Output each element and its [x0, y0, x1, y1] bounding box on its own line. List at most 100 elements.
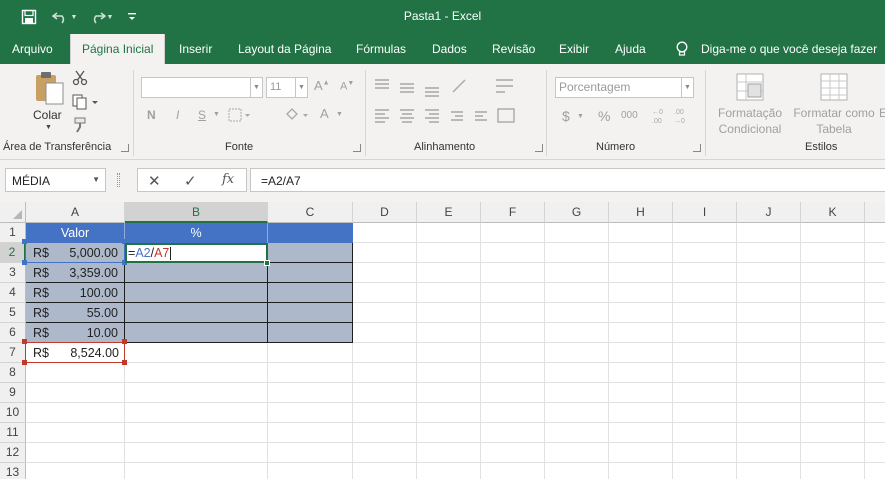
- currency-label: R$: [33, 286, 49, 300]
- font-launcher-icon[interactable]: [353, 144, 361, 152]
- group-separator: [705, 70, 706, 156]
- column-header-c[interactable]: C: [268, 202, 353, 223]
- cell-a4[interactable]: R$ 100.00: [26, 283, 125, 303]
- percent-button[interactable]: %: [598, 108, 610, 124]
- active-cell-b2[interactable]: =A2/A7: [125, 243, 268, 263]
- font-name-combo[interactable]: ▼: [141, 77, 263, 98]
- resize-handle[interactable]: [117, 173, 120, 187]
- cell-b1[interactable]: %: [125, 223, 268, 243]
- bold-button[interactable]: N: [147, 108, 156, 122]
- column-header-d[interactable]: D: [353, 202, 417, 223]
- format-as-table-button[interactable]: Formatar como Tabela: [792, 70, 876, 140]
- insert-function-button[interactable]: fx: [222, 172, 234, 187]
- row-header-11[interactable]: 11: [0, 423, 26, 443]
- conditional-formatting-button[interactable]: Formatação Condicional: [712, 70, 788, 140]
- cell-a6[interactable]: R$ 10.00: [26, 323, 125, 343]
- column-header-h[interactable]: H: [609, 202, 673, 223]
- tab-formulas[interactable]: Fórmulas: [356, 34, 406, 64]
- group-separator: [133, 70, 134, 156]
- paste-dropdown-icon: ▼: [45, 124, 52, 131]
- formula-input[interactable]: =A2/A7: [250, 168, 885, 192]
- reference-handle: [122, 339, 127, 344]
- chevron-down-icon[interactable]: ▼: [577, 113, 584, 120]
- cell-c3[interactable]: [268, 263, 353, 283]
- row-header-10[interactable]: 10: [0, 403, 26, 423]
- cell-a3[interactable]: R$ 3,359.00: [26, 263, 125, 283]
- row-header-13[interactable]: 13: [0, 463, 26, 479]
- currency-button[interactable]: $: [562, 108, 570, 124]
- row-header-8[interactable]: 8: [0, 363, 26, 383]
- tab-exibir[interactable]: Exibir: [559, 34, 589, 64]
- tab-layout-da-pagina[interactable]: Layout da Página: [238, 34, 331, 64]
- cell-c2[interactable]: [268, 243, 353, 263]
- shrink-font-icon[interactable]: A▼: [340, 80, 354, 93]
- row-header-9[interactable]: 9: [0, 383, 26, 403]
- reference-handle: [22, 260, 27, 265]
- column-header-a[interactable]: A: [26, 202, 125, 223]
- row-header-5[interactable]: 5: [0, 303, 26, 323]
- column-header-f[interactable]: F: [481, 202, 545, 223]
- paste-button[interactable]: Colar ▼: [28, 68, 68, 138]
- chevron-down-icon[interactable]: ▼: [336, 111, 343, 118]
- alignment-buttons[interactable]: [373, 76, 523, 136]
- tab-revisao[interactable]: Revisão: [492, 34, 535, 64]
- column-header-i[interactable]: I: [673, 202, 737, 223]
- tab-inserir[interactable]: Inserir: [179, 34, 212, 64]
- lightbulb-icon[interactable]: [675, 34, 689, 64]
- borders-icon[interactable]: [228, 108, 252, 122]
- number-launcher-icon[interactable]: [693, 144, 701, 152]
- name-box[interactable]: MÉDIA ▼: [5, 168, 106, 192]
- cell-b4[interactable]: [125, 283, 268, 303]
- cell-c6[interactable]: [268, 323, 353, 343]
- clipboard-launcher-icon[interactable]: [121, 144, 129, 152]
- fill-color-icon[interactable]: [284, 108, 312, 122]
- name-box-value: MÉDIA: [12, 174, 51, 188]
- column-header-k[interactable]: K: [801, 202, 865, 223]
- column-header-b[interactable]: B: [125, 202, 268, 223]
- cancel-button[interactable]: ✕: [148, 172, 161, 190]
- row-header-4[interactable]: 4: [0, 283, 26, 303]
- cell-c4[interactable]: [268, 283, 353, 303]
- column-header-j[interactable]: J: [737, 202, 801, 223]
- alignment-launcher-icon[interactable]: [535, 144, 543, 152]
- format-painter-icon[interactable]: [72, 117, 88, 133]
- cell-b5[interactable]: [125, 303, 268, 323]
- group-separator: [365, 70, 366, 156]
- cell-a5[interactable]: R$ 55.00: [26, 303, 125, 323]
- title-bar: ▼ ▼ Pasta1 - Excel: [0, 0, 885, 34]
- column-header-g[interactable]: G: [545, 202, 609, 223]
- comma-style-button[interactable]: 000: [621, 110, 638, 121]
- decimal-buttons[interactable]: ←0 .00 .00 →0: [650, 107, 690, 125]
- cell-styles-button[interactable]: E: [879, 106, 885, 120]
- alignment-group-label: Alinhamento: [414, 141, 476, 153]
- font-color-icon[interactable]: A: [320, 106, 329, 121]
- row-header-12[interactable]: 12: [0, 443, 26, 463]
- enter-button[interactable]: ✓: [184, 172, 197, 190]
- number-format-combo[interactable]: Porcentagem ▼: [555, 77, 694, 98]
- cell-b6[interactable]: [125, 323, 268, 343]
- row-header-3[interactable]: 3: [0, 263, 26, 283]
- cell-a1[interactable]: Valor: [26, 223, 125, 243]
- select-all-button[interactable]: [0, 202, 26, 223]
- grow-font-icon[interactable]: A▲: [314, 78, 330, 93]
- font-size-combo[interactable]: 11 ▼: [266, 77, 308, 98]
- tab-pagina-inicial[interactable]: Página Inicial: [70, 34, 166, 65]
- italic-button[interactable]: I: [176, 108, 179, 122]
- tab-dados[interactable]: Dados: [432, 34, 467, 64]
- chevron-down-icon[interactable]: ▼: [213, 111, 220, 118]
- column-header-l[interactable]: [865, 202, 885, 223]
- underline-button[interactable]: S: [198, 108, 206, 122]
- cell-c1[interactable]: [268, 223, 353, 243]
- tab-ajuda[interactable]: Ajuda: [615, 34, 646, 64]
- worksheet-grid[interactable]: A B C D E F G H I J K 1 2 3 4 5 6 7 8 9 …: [0, 202, 885, 479]
- svg-text:→0: →0: [674, 118, 685, 125]
- tell-me-search[interactable]: Diga-me o que você deseja fazer: [701, 34, 877, 64]
- tab-arquivo[interactable]: Arquivo: [12, 34, 53, 64]
- cell-b3[interactable]: [125, 263, 268, 283]
- copy-icon[interactable]: [72, 94, 100, 110]
- cut-icon[interactable]: [72, 70, 88, 86]
- fill-handle[interactable]: [264, 260, 270, 266]
- column-header-e[interactable]: E: [417, 202, 481, 223]
- chevron-down-icon: ▼: [250, 78, 262, 97]
- cell-c5[interactable]: [268, 303, 353, 323]
